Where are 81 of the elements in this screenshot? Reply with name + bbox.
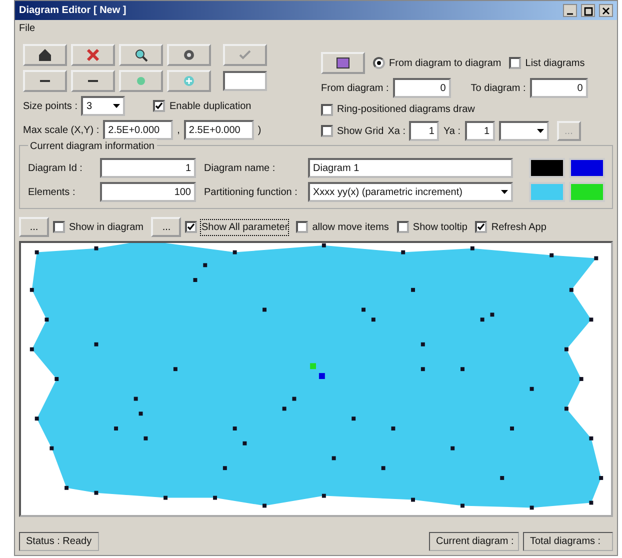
checkbox[interactable] xyxy=(396,221,409,233)
input-field[interactable]: 0 xyxy=(530,78,588,98)
maximize-icon xyxy=(583,6,593,16)
option-label: List diagrams xyxy=(525,56,585,70)
menu-item[interactable]: File xyxy=(19,20,36,36)
input-field[interactable]: 100 xyxy=(100,182,196,202)
checkbox[interactable] xyxy=(185,221,198,233)
field-label: Diagram name : xyxy=(204,162,276,176)
color-swatch[interactable] xyxy=(529,158,565,178)
small-button[interactable]: ... xyxy=(151,217,182,237)
home-button[interactable] xyxy=(23,44,67,66)
input-field[interactable]: Diagram 1 xyxy=(308,158,513,178)
small-button[interactable]: ... xyxy=(19,217,49,237)
field-label: Ya : xyxy=(443,124,461,138)
checkbox[interactable] xyxy=(509,57,522,69)
checkbox[interactable] xyxy=(53,221,65,233)
checkbox-label: allow move items xyxy=(312,220,389,234)
status-panel: Total diagrams : xyxy=(523,532,613,551)
home-icon xyxy=(37,47,53,63)
field-label: Max scale (X,Y) : xyxy=(23,124,100,138)
checkbox-label: Show Grid xyxy=(337,124,384,138)
field-label: To diagram : xyxy=(470,82,526,96)
window-title: Diagram Editor [ New ] xyxy=(19,4,126,18)
separator-text: , xyxy=(177,124,180,138)
checkbox-label: Ring-positioned diagrams draw xyxy=(337,103,475,117)
checkbox[interactable] xyxy=(296,221,308,233)
field-label: Elements : xyxy=(28,186,76,200)
minus-button[interactable] xyxy=(71,70,115,92)
caret-icon xyxy=(536,129,544,133)
minus-button[interactable] xyxy=(23,70,67,92)
zoom-icon xyxy=(133,47,149,63)
checkbox-label: Refresh App xyxy=(491,220,546,234)
function-combobox[interactable]: Xxxx yy(x) (parametric increment) xyxy=(308,182,513,202)
checkbox[interactable] xyxy=(153,100,166,112)
input-field[interactable]: 2.5E+0.000 xyxy=(103,120,174,140)
group-title: Current diagram information xyxy=(28,139,156,154)
close-button[interactable] xyxy=(599,4,613,17)
diagram-icon xyxy=(336,57,350,69)
grid-combobox[interactable] xyxy=(498,121,549,141)
delete-icon xyxy=(85,47,101,63)
check-button[interactable] xyxy=(223,44,267,66)
minimize-button[interactable] xyxy=(563,4,577,17)
status-text: Status : Ready xyxy=(19,532,99,551)
checkbox-label: Show All parameter xyxy=(201,220,288,234)
checkbox-label: Show in diagram xyxy=(69,220,144,234)
minus-icon xyxy=(88,80,98,82)
input-field[interactable]: 1 xyxy=(409,121,440,141)
gear-button[interactable] xyxy=(167,44,211,66)
size-combobox[interactable]: 3 xyxy=(81,96,126,116)
checkbox-label: Enable duplication xyxy=(169,100,252,114)
field-label: Size points : xyxy=(23,100,78,114)
plus-icon xyxy=(181,73,197,89)
checkbox[interactable] xyxy=(321,125,333,137)
minus-icon xyxy=(40,80,50,82)
caret-icon xyxy=(501,190,508,194)
caret-icon xyxy=(113,104,120,108)
checkbox[interactable] xyxy=(321,104,333,116)
color-swatch[interactable] xyxy=(569,158,605,178)
input-field[interactable]: 1 xyxy=(464,121,495,141)
bracket-text: ) xyxy=(258,124,262,138)
input-field[interactable]: 1 xyxy=(100,158,196,178)
radio-button[interactable] xyxy=(373,57,385,69)
delete-button[interactable] xyxy=(71,44,115,66)
color-swatch[interactable] xyxy=(569,182,605,202)
color-swatch[interactable] xyxy=(529,182,565,202)
option-label: From diagram to diagram xyxy=(389,56,502,70)
field-label: Partitioning function : xyxy=(204,186,298,200)
field-label: Diagram Id : xyxy=(28,162,84,176)
zoom-button[interactable] xyxy=(119,44,163,66)
input-field[interactable]: 0 xyxy=(392,78,451,98)
status-panel: Current diagram : xyxy=(429,532,519,551)
field-label: Xa : xyxy=(388,124,406,138)
checkbox[interactable] xyxy=(475,221,488,233)
field-label: From diagram : xyxy=(321,82,389,96)
diagram-button[interactable] xyxy=(321,52,365,74)
close-icon xyxy=(601,6,611,16)
color-field[interactable] xyxy=(223,71,267,91)
minimize-icon xyxy=(567,12,573,15)
input-field[interactable]: 2.5E+0.000 xyxy=(184,120,254,140)
maximize-button[interactable] xyxy=(581,4,595,17)
checkbox-label: Show tooltip xyxy=(412,220,468,234)
